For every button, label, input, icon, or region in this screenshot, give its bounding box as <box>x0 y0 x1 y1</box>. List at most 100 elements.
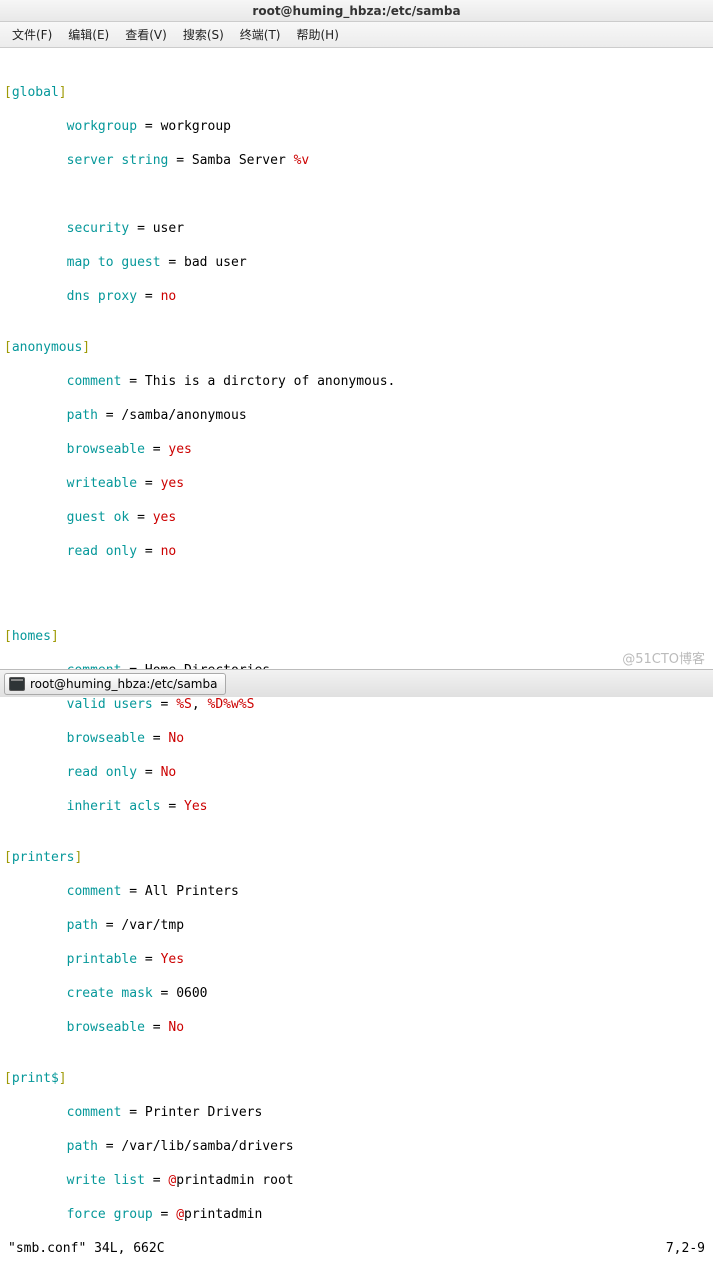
conf-val: no <box>161 289 177 304</box>
at-sign: @ <box>168 1173 176 1188</box>
sep: , <box>192 697 208 712</box>
at-sign: @ <box>176 1207 184 1222</box>
conf-key: path <box>67 1139 98 1154</box>
eq: = <box>168 153 191 168</box>
conf-key: writeable <box>67 476 137 491</box>
section-name-anonymous: anonymous <box>12 340 82 355</box>
conf-key: read only <box>67 765 137 780</box>
conf-key: browseable <box>67 731 145 746</box>
conf-val: All Printers <box>145 884 239 899</box>
section-name-global: global <box>12 85 59 100</box>
conf-val: This is a dirctory of anonymous. <box>145 374 395 389</box>
conf-val: bad user <box>184 255 247 270</box>
conf-key: path <box>67 408 98 423</box>
token: %S <box>239 697 255 712</box>
section-bracket: ] <box>59 85 67 100</box>
menu-search[interactable]: 搜索(S) <box>175 22 232 47</box>
conf-key: dns proxy <box>67 289 137 304</box>
conf-val: 0600 <box>176 986 207 1001</box>
menu-file[interactable]: 文件(F) <box>4 22 60 47</box>
conf-val: yes <box>168 442 191 457</box>
conf-key: printable <box>67 952 137 967</box>
eq: = <box>121 884 144 899</box>
menu-view[interactable]: 查看(V) <box>117 22 175 47</box>
eq: = <box>137 476 160 491</box>
conf-key: create mask <box>67 986 153 1001</box>
window-titlebar: root@huming_hbza:/etc/samba <box>0 0 713 22</box>
section-name-printdollar: print$ <box>12 1071 59 1086</box>
conf-key: map to guest <box>67 255 161 270</box>
conf-key: browseable <box>67 442 145 457</box>
eq: = <box>129 221 152 236</box>
conf-key: workgroup <box>67 119 137 134</box>
eq: = <box>137 289 160 304</box>
section-bracket: ] <box>74 850 82 865</box>
conf-val: /samba/anonymous <box>121 408 246 423</box>
conf-key: read only <box>67 544 137 559</box>
conf-key: write list <box>67 1173 145 1188</box>
vim-status-left: "smb.conf" 34L, 662C <box>8 1240 165 1257</box>
conf-val: user <box>153 221 184 236</box>
conf-val: No <box>168 731 184 746</box>
section-bracket: [ <box>4 850 12 865</box>
taskbar-button-terminal[interactable]: root@huming_hbza:/etc/samba <box>4 673 226 695</box>
eq: = <box>98 918 121 933</box>
menu-help[interactable]: 帮助(H) <box>289 22 347 47</box>
section-bracket: [ <box>4 340 12 355</box>
eq: = <box>145 731 168 746</box>
conf-val: Yes <box>161 952 184 967</box>
section-bracket: ] <box>82 340 90 355</box>
eq: = <box>137 119 160 134</box>
menubar: 文件(F) 编辑(E) 查看(V) 搜索(S) 终端(T) 帮助(H) <box>0 22 713 48</box>
vim-status-right: 7,2-9 <box>666 1240 705 1257</box>
conf-key: server string <box>67 153 169 168</box>
conf-val: no <box>161 544 177 559</box>
eq: = <box>137 765 160 780</box>
conf-val: /var/lib/samba/drivers <box>121 1139 293 1154</box>
eq: = <box>145 1020 168 1035</box>
eq: = <box>98 408 121 423</box>
conf-key: force group <box>67 1207 153 1222</box>
window-title: root@huming_hbza:/etc/samba <box>252 4 460 18</box>
conf-val: No <box>161 765 177 780</box>
conf-key: guest ok <box>67 510 130 525</box>
eq: = <box>129 510 152 525</box>
section-bracket: [ <box>4 629 12 644</box>
eq: = <box>153 697 176 712</box>
eq: = <box>153 986 176 1001</box>
eq: = <box>121 374 144 389</box>
section-name-printers: printers <box>12 850 75 865</box>
conf-key: path <box>67 918 98 933</box>
terminal-content[interactable]: [global] workgroup = workgroup server st… <box>0 48 713 1274</box>
conf-key: valid users <box>67 697 153 712</box>
token: %S <box>176 697 192 712</box>
token: %D%w <box>208 697 239 712</box>
conf-val: Yes <box>184 799 207 814</box>
conf-val: yes <box>153 510 176 525</box>
conf-val: Samba Server <box>192 153 294 168</box>
terminal-icon <box>9 677 25 691</box>
section-bracket: ] <box>51 629 59 644</box>
conf-val: printadmin root <box>176 1173 293 1188</box>
token: %v <box>294 153 310 168</box>
section-bracket: [ <box>4 85 12 100</box>
conf-key: comment <box>67 1105 122 1120</box>
taskbar-label: root@huming_hbza:/etc/samba <box>30 677 217 691</box>
section-bracket: ] <box>59 1071 67 1086</box>
conf-val: workgroup <box>161 119 231 134</box>
conf-val: Printer Drivers <box>145 1105 262 1120</box>
eq: = <box>98 1139 121 1154</box>
eq: = <box>137 952 160 967</box>
taskbar: root@huming_hbza:/etc/samba <box>0 669 713 697</box>
eq: = <box>161 799 184 814</box>
menu-edit[interactable]: 编辑(E) <box>60 22 117 47</box>
eq: = <box>153 1207 176 1222</box>
conf-key: inherit acls <box>67 799 161 814</box>
conf-val: No <box>168 1020 184 1035</box>
conf-key: browseable <box>67 1020 145 1035</box>
eq: = <box>145 1173 168 1188</box>
section-name-homes: homes <box>12 629 51 644</box>
eq: = <box>137 544 160 559</box>
menu-terminal[interactable]: 终端(T) <box>232 22 289 47</box>
conf-val: yes <box>161 476 184 491</box>
